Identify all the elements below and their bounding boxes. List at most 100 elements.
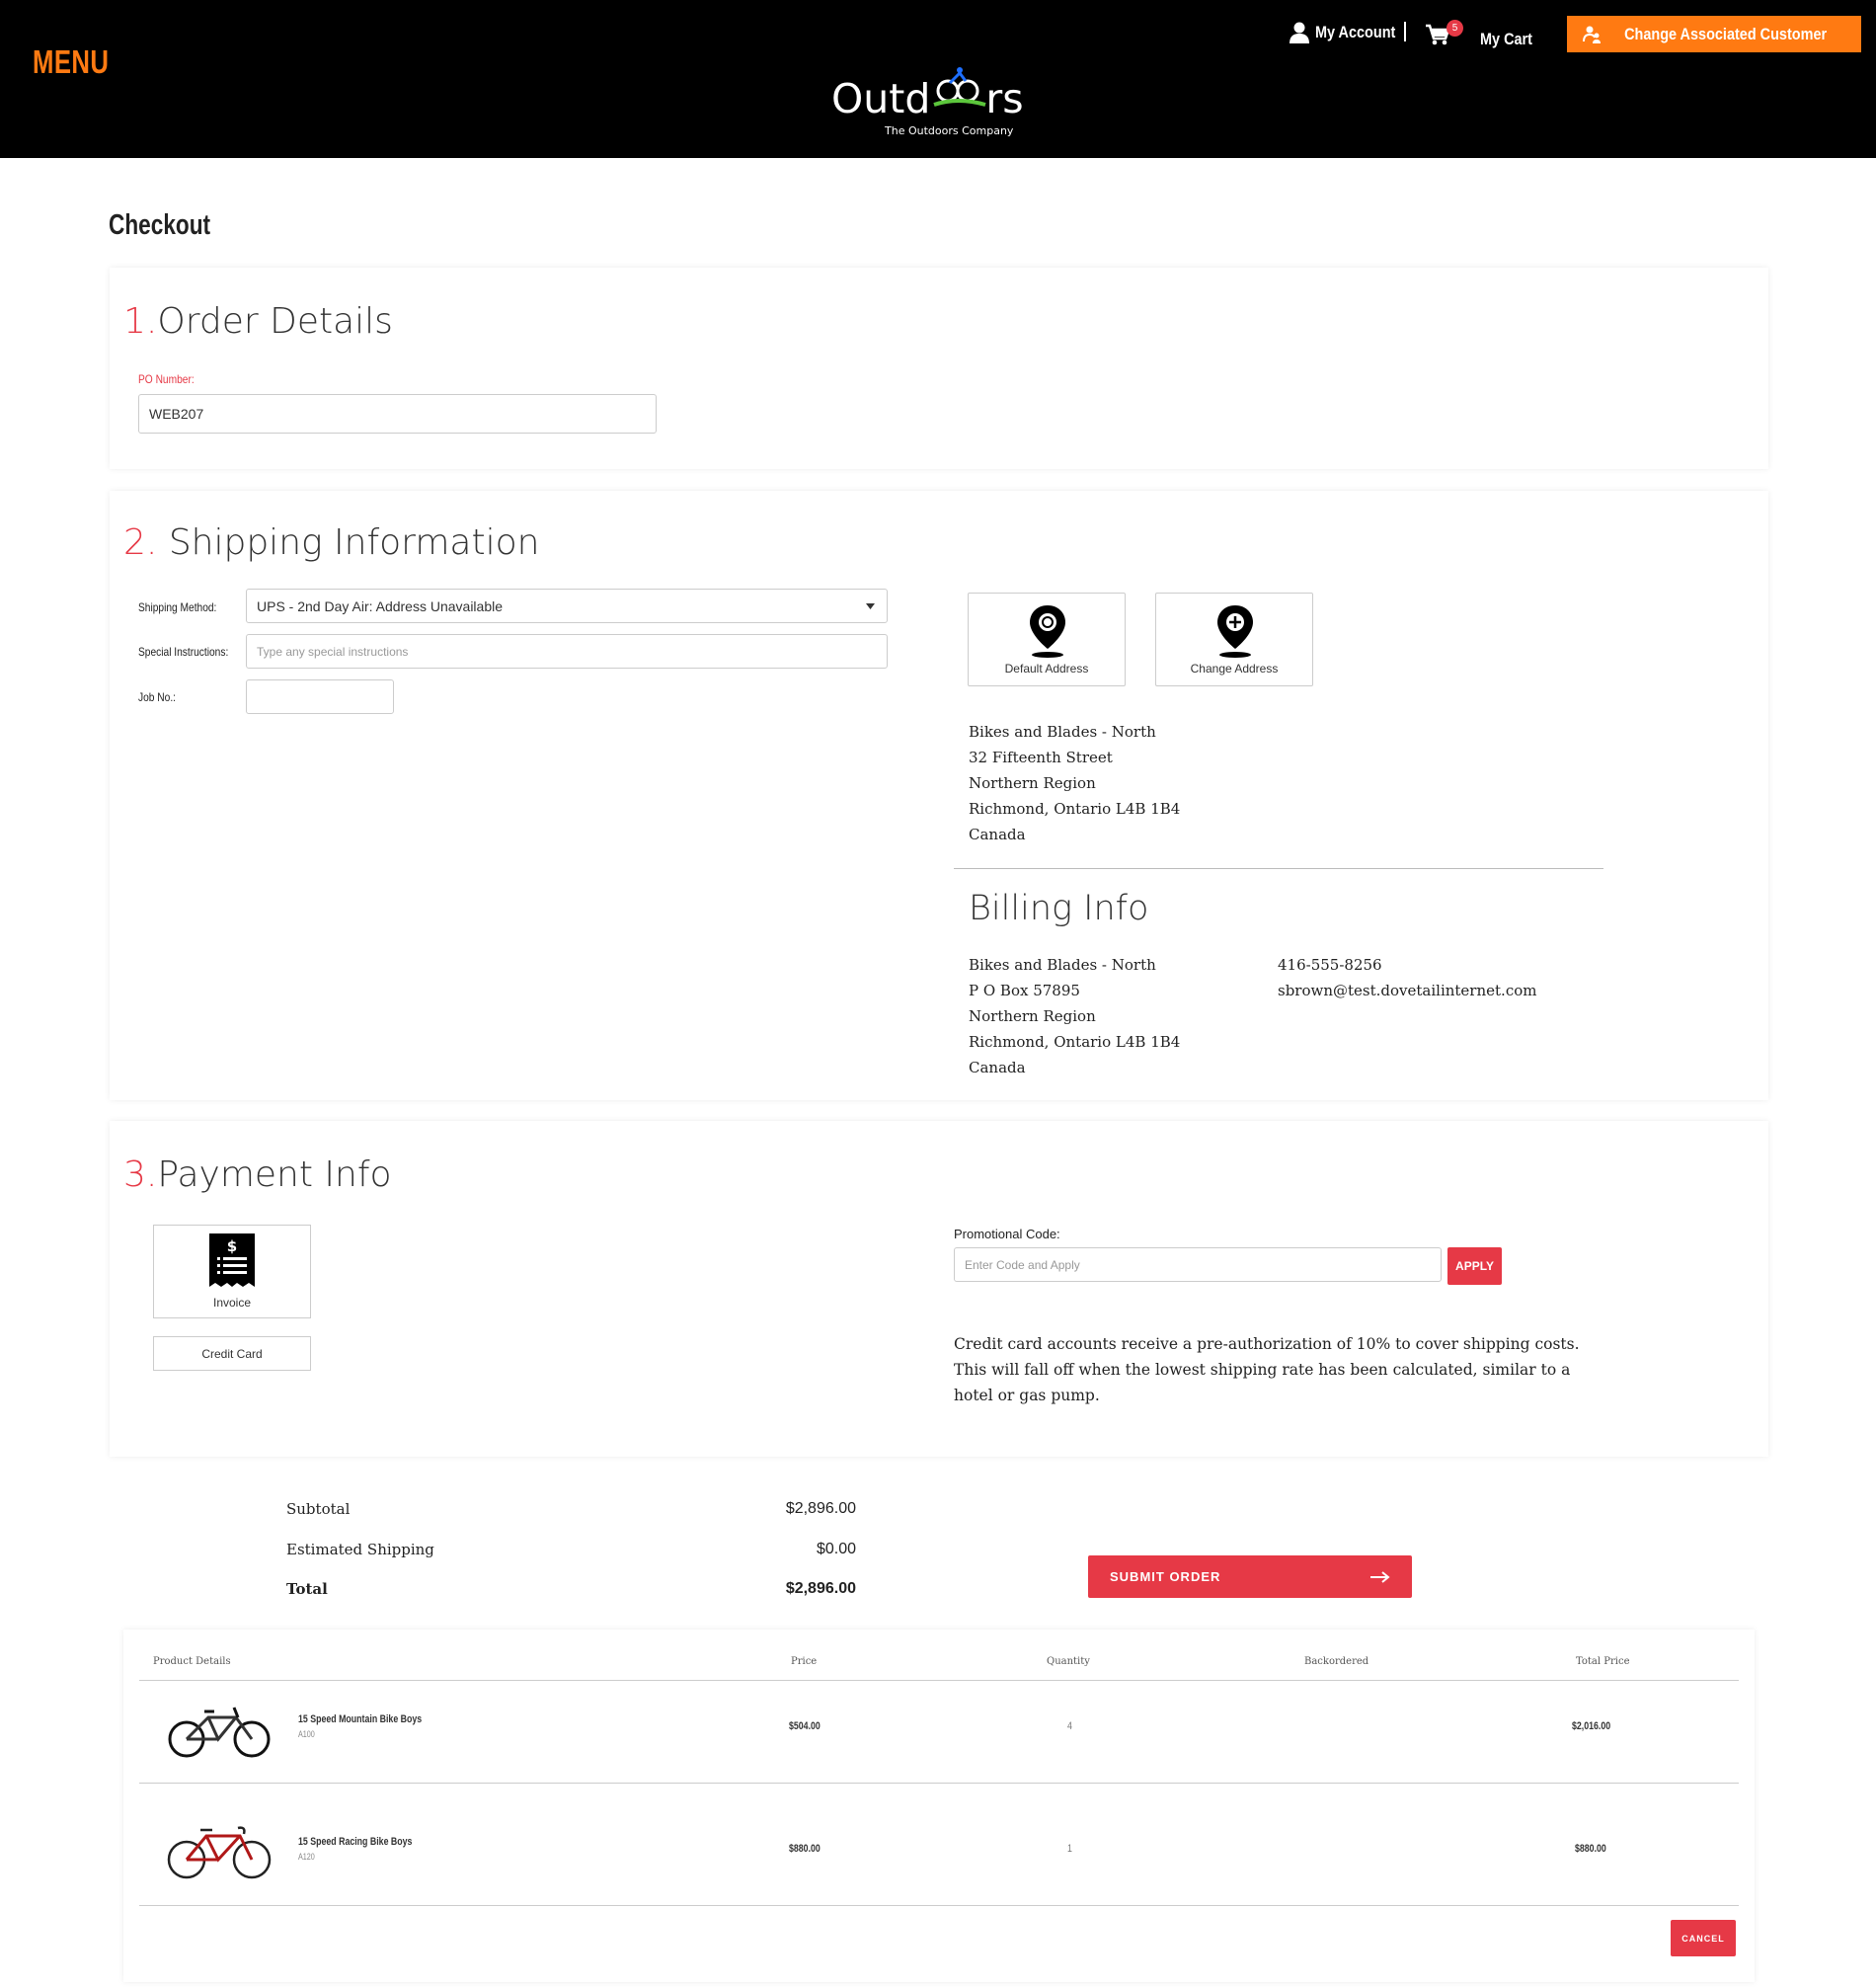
my-cart-label: My Cart (1480, 30, 1533, 48)
table-divider (139, 1680, 1739, 1681)
promo-code-input[interactable]: Enter Code and Apply (954, 1247, 1442, 1282)
payment-heading: 3.Payment Info (123, 1154, 392, 1195)
shipping-estimate-value: $0.00 (816, 1541, 856, 1557)
product-price: $880.00 (789, 1843, 821, 1855)
default-address-label: Default Address (1004, 662, 1089, 676)
po-number-input[interactable]: WEB207 (138, 394, 657, 434)
total-value: $2,896.00 (785, 1580, 856, 1597)
cancel-button[interactable]: CANCEL (1671, 1920, 1736, 1956)
col-price: Price (791, 1656, 818, 1667)
billing-phone: 416-555-8256 (1278, 956, 1382, 974)
notice-line: This will fall off when the lowest shipp… (954, 1361, 1571, 1379)
billing-email: sbrown@test.dovetailinternet.com (1278, 982, 1537, 999)
product-sku: A100 (298, 1729, 315, 1739)
address-line: Bikes and Blades - North (969, 956, 1156, 974)
section-title: Shipping Information (168, 522, 540, 563)
credit-card-option-button[interactable]: Credit Card (153, 1336, 311, 1371)
product-price: $504.00 (789, 1720, 821, 1732)
submit-order-button[interactable]: SUBMIT ORDER (1088, 1555, 1412, 1598)
change-associated-customer-label: Change Associated Customer (1624, 24, 1828, 43)
total-label: Total (286, 1580, 328, 1598)
shipping-heading: 2. Shipping Information (123, 522, 539, 563)
address-line: Northern Region (969, 774, 1096, 792)
cart-table: Product Details Price Quantity Backorder… (123, 1630, 1755, 1982)
change-address-button[interactable]: Change Address (1155, 593, 1313, 686)
shipping-estimate-row: Estimated Shipping $0.00 (286, 1541, 856, 1558)
billing-contact: 416-555-8256 sbrown@test.dovetailinterne… (1278, 952, 1536, 1003)
payment-info-card: 3.Payment Info $ Invoice Credit Card Pro… (110, 1121, 1768, 1457)
subtotal-label: Subtotal (286, 1500, 351, 1518)
subtotal-row: Subtotal $2,896.00 (286, 1500, 856, 1518)
notice-line: Credit card accounts receive a pre-autho… (954, 1335, 1580, 1353)
shipping-method-value: UPS - 2nd Day Air: Address Unavailable (257, 597, 504, 614)
svg-text:$: $ (227, 1237, 237, 1255)
section-number: 2. (123, 522, 158, 563)
address-line: Northern Region (969, 1007, 1096, 1025)
col-total-price: Total Price (1576, 1656, 1630, 1667)
shipping-estimate-label: Estimated Shipping (286, 1541, 434, 1558)
address-line: Canada (969, 1059, 1026, 1076)
submit-order-label: SUBMIT ORDER (1110, 1569, 1221, 1584)
job-number-input[interactable] (246, 679, 394, 714)
invoice-payment-option[interactable]: $ Invoice (153, 1225, 311, 1318)
notice-line: hotel or gas pump. (954, 1387, 1100, 1404)
site-logo[interactable]: Outd rs The Outdoors Company (831, 65, 1029, 140)
change-address-label: Change Address (1190, 662, 1279, 676)
billing-info-heading: Billing Info (969, 889, 1149, 928)
cart-count-badge: 5 (1446, 20, 1463, 37)
my-account-label: My Account (1315, 23, 1396, 41)
product-name[interactable]: 15 Speed Racing Bike Boys (298, 1836, 412, 1848)
default-address-button[interactable]: Default Address (968, 593, 1126, 686)
invoice-label: Invoice (212, 1296, 252, 1310)
map-pin-icon (1030, 605, 1065, 658)
special-instructions-label: Special Instructions: (138, 645, 229, 659)
billing-address: Bikes and Blades - North P O Box 57895 N… (969, 952, 1180, 1080)
product-total: $880.00 (1575, 1843, 1606, 1855)
menu-link[interactable]: MENU (33, 43, 109, 81)
credit-card-notice: Credit card accounts receive a pre-autho… (954, 1331, 1580, 1408)
product-quantity: 4 (1067, 1720, 1072, 1732)
job-number-label: Job No.: (138, 690, 176, 704)
special-instructions-input[interactable]: Type any special instructions (246, 634, 888, 669)
product-quantity: 1 (1067, 1843, 1072, 1855)
page-title: Checkout (109, 209, 211, 241)
mountain-bike-image (168, 1707, 271, 1758)
invoice-receipt-icon: $ (209, 1233, 255, 1287)
address-line: Bikes and Blades - North (969, 723, 1156, 741)
order-details-heading: 1.Order Details (123, 301, 393, 342)
product-name[interactable]: 15 Speed Mountain Bike Boys (298, 1713, 422, 1725)
address-line: Richmond, Ontario L4B 1B4 (969, 800, 1181, 818)
my-cart-link[interactable]: 5 My Cart (1425, 20, 1541, 49)
racing-bike-image (167, 1826, 272, 1879)
section-title: Order Details (157, 301, 393, 342)
address-line: P O Box 57895 (969, 982, 1080, 999)
col-backordered: Backordered (1304, 1656, 1369, 1667)
address-line: 32 Fifteenth Street (969, 749, 1113, 766)
site-header: MENU Outd rs The Outdoors Company My Acco… (0, 0, 1876, 158)
my-account-link[interactable]: My Account (1290, 22, 1410, 43)
apply-promo-button[interactable]: APPLY (1447, 1247, 1502, 1285)
table-divider (139, 1905, 1739, 1906)
order-details-card: 1.Order Details PO Number: WEB207 (110, 268, 1768, 469)
chevron-down-icon (866, 603, 875, 609)
address-line: Richmond, Ontario L4B 1B4 (969, 1033, 1181, 1051)
logo-wordmark: Outd rs (831, 75, 1024, 122)
billing-divider (954, 868, 1603, 869)
users-swap-icon (1583, 26, 1602, 43)
table-divider (139, 1783, 1739, 1784)
shipping-method-label: Shipping Method: (138, 600, 217, 614)
map-pin-plus-icon (1217, 605, 1253, 658)
shipping-method-select[interactable]: UPS - 2nd Day Air: Address Unavailable (246, 589, 888, 623)
change-associated-customer-button[interactable]: Change Associated Customer (1567, 16, 1861, 52)
logo-tagline: The Outdoors Company (885, 124, 1014, 137)
user-icon (1290, 22, 1309, 43)
arrow-right-icon (1370, 1570, 1390, 1583)
product-sku: A120 (298, 1852, 315, 1862)
col-product-details: Product Details (153, 1656, 231, 1667)
col-quantity: Quantity (1047, 1656, 1090, 1667)
section-title: Payment Info (157, 1154, 392, 1195)
shipping-address: Bikes and Blades - North 32 Fifteenth St… (969, 719, 1180, 847)
po-number-label: PO Number: (138, 372, 195, 386)
total-row: Total $2,896.00 (286, 1580, 856, 1598)
shipping-information-card: 2. Shipping Information Shipping Method:… (110, 491, 1768, 1100)
